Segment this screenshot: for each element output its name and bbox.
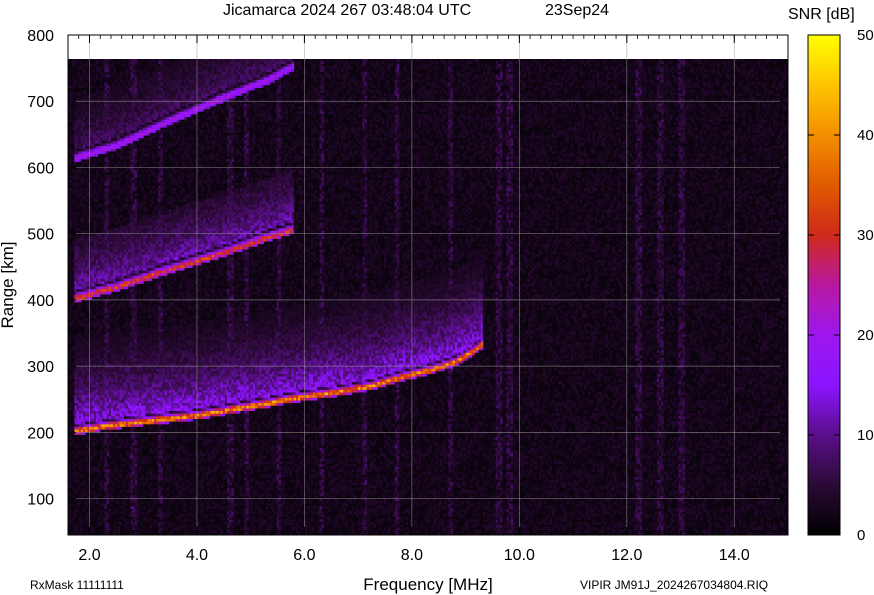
heatmap-cell (98, 158, 101, 162)
heatmap-cell (143, 315, 146, 319)
heatmap-cell (80, 174, 84, 178)
heatmap-cell (72, 74, 75, 78)
heatmap-cell (111, 503, 114, 507)
heatmap-cell (141, 466, 144, 470)
heatmap-cell (115, 169, 118, 173)
heatmap-cell (78, 511, 82, 515)
heatmap-cell (143, 500, 146, 504)
heatmap-cell (119, 312, 123, 316)
heatmap-cell (98, 468, 101, 472)
heatmap-cell (145, 529, 149, 533)
heatmap-cell (108, 527, 112, 531)
heatmap-cell (80, 527, 84, 531)
heatmap-cell (100, 479, 103, 483)
heatmap-cell (85, 172, 88, 176)
heatmap-cell (93, 158, 97, 162)
heatmap-cell (141, 169, 144, 173)
heatmap-cell (108, 455, 112, 459)
chart-title: Jicamarca 2024 267 03:48:04 UTC (223, 2, 471, 19)
heatmap-cell (126, 437, 129, 441)
heatmap-cell (126, 315, 129, 319)
heatmap-cell (145, 193, 149, 197)
heatmap-cell (83, 312, 86, 316)
heatmap-cell (72, 437, 75, 441)
heatmap-cell (70, 309, 73, 313)
heatmap-cell (85, 527, 88, 531)
heatmap-cell (100, 84, 103, 88)
heatmap-cell (141, 63, 144, 67)
heatmap-cell (141, 474, 144, 478)
heatmap-cell (117, 495, 121, 499)
heatmap-cell (91, 172, 95, 176)
heatmap-cell (121, 293, 125, 298)
heatmap-cell (117, 60, 121, 64)
heatmap-cell (145, 466, 149, 470)
heatmap-cell (78, 304, 82, 308)
heatmap-cell (119, 177, 123, 181)
ionogram-figure: Jicamarca 2024 267 03:48:04 UTC 23Sep24 … (0, 2, 874, 594)
heatmap-cell (126, 508, 129, 512)
heatmap-cell (123, 513, 127, 517)
heatmap-cell (98, 304, 101, 308)
heatmap-cell (98, 317, 101, 321)
heatmap-cell (136, 193, 140, 197)
heatmap-cell (123, 60, 127, 64)
heatmap-cell (76, 211, 80, 215)
heatmap-cell (95, 439, 99, 443)
heatmap-cell (93, 490, 97, 494)
heatmap-cell (80, 468, 84, 472)
heatmap-cell (117, 500, 121, 504)
colorbar-label: SNR [dB] (788, 6, 855, 23)
heatmap-cell (126, 527, 129, 531)
heatmap-cell (91, 304, 95, 308)
heatmap-cell (100, 492, 103, 496)
heatmap-cell (113, 60, 116, 64)
heatmap-cell (113, 460, 116, 464)
heatmap-cell (85, 317, 88, 321)
heatmap-cell (117, 325, 121, 329)
heatmap-cell (119, 521, 123, 525)
heatmap-cell (136, 439, 140, 443)
heatmap-cell (143, 505, 146, 510)
heatmap-cell (76, 437, 80, 441)
heatmap-cell (123, 503, 127, 507)
heatmap-cell (117, 484, 121, 488)
heatmap-cell (136, 476, 140, 480)
heatmap-cell (111, 495, 114, 499)
heatmap-cell (143, 490, 146, 494)
heatmap-cell (70, 105, 73, 110)
heatmap-cell (74, 524, 78, 528)
heatmap-cell (117, 479, 121, 483)
heatmap-cell (134, 145, 138, 149)
heatmap-cell (78, 331, 82, 335)
heatmap-cell (126, 519, 129, 523)
heatmap-cell (83, 474, 86, 478)
heatmap-cell (143, 182, 146, 186)
heatmap-cell (136, 527, 140, 531)
heatmap-cell (123, 484, 127, 488)
heatmap-cell (91, 519, 95, 523)
heatmap-cell (83, 203, 86, 208)
heatmap-cell (145, 444, 149, 449)
heatmap-cell (123, 309, 127, 313)
heatmap-cell (115, 455, 118, 459)
heatmap-cell (85, 225, 88, 229)
heatmap-cell (89, 309, 93, 313)
heatmap-cell (117, 527, 121, 531)
heatmap-cell (78, 444, 82, 449)
heatmap-cell (70, 503, 73, 507)
heatmap-cell (93, 458, 97, 462)
heatmap-cell (113, 521, 116, 525)
heatmap-cell (83, 479, 86, 483)
heatmap-cell (76, 222, 80, 226)
heatmap-cell (93, 529, 97, 533)
heatmap-cell (113, 66, 116, 70)
heatmap-cell (147, 500, 151, 504)
heatmap-cell (121, 468, 125, 472)
heatmap-cell (119, 172, 123, 176)
chart-date: 23Sep24 (545, 2, 609, 19)
heatmap-cell (111, 195, 114, 200)
